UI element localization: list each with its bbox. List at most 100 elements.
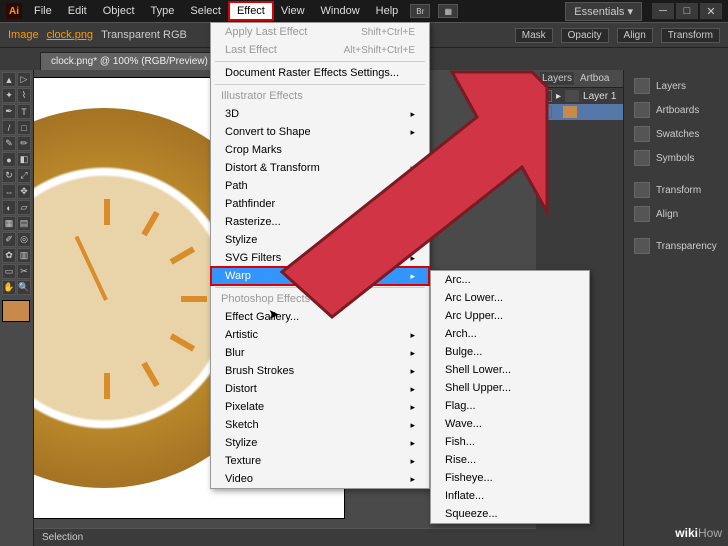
symbol-tool[interactable]: ✿ bbox=[2, 248, 16, 263]
warp-shell-lower[interactable]: Shell Lower... bbox=[431, 361, 589, 379]
maximize-button[interactable]: □ bbox=[676, 3, 698, 19]
eyedropper-tool[interactable]: ✐ bbox=[2, 232, 16, 247]
panel-artboards[interactable]: Artboards bbox=[628, 98, 724, 122]
control-mask[interactable]: Mask bbox=[515, 28, 553, 43]
graph-tool[interactable]: ▥ bbox=[17, 248, 31, 263]
menu-doc-raster[interactable]: Document Raster Effects Settings... bbox=[211, 64, 429, 82]
menu-rasterize[interactable]: Rasterize... bbox=[211, 213, 429, 231]
layer-row[interactable] bbox=[536, 104, 623, 120]
scale-tool[interactable]: ⤢ bbox=[17, 168, 31, 183]
workspace-switcher[interactable]: Essentials ▾ bbox=[565, 2, 642, 21]
minimize-button[interactable]: ─ bbox=[652, 3, 674, 19]
visibility-icon[interactable] bbox=[540, 90, 552, 102]
menu-pathfinder[interactable]: Pathfinder bbox=[211, 195, 429, 213]
lasso-tool[interactable]: ⌇ bbox=[17, 88, 31, 103]
control-align[interactable]: Align bbox=[617, 28, 653, 43]
bridge-icon[interactable]: Br bbox=[410, 4, 430, 18]
warp-fisheye[interactable]: Fisheye... bbox=[431, 469, 589, 487]
blend-tool[interactable]: ◎ bbox=[17, 232, 31, 247]
eraser-tool[interactable]: ◧ bbox=[17, 152, 31, 167]
menu-distort-transform[interactable]: Distort & Transform bbox=[211, 159, 429, 177]
warp-shell-upper[interactable]: Shell Upper... bbox=[431, 379, 589, 397]
menu-pixelate[interactable]: Pixelate bbox=[211, 398, 429, 416]
warp-arc[interactable]: Arc... bbox=[431, 271, 589, 289]
fill-stroke-swatch[interactable] bbox=[2, 300, 30, 322]
direct-selection-tool[interactable]: ▷ bbox=[17, 72, 31, 87]
menu-help[interactable]: Help bbox=[368, 2, 407, 20]
warp-rise[interactable]: Rise... bbox=[431, 451, 589, 469]
pen-tool[interactable]: ✒ bbox=[2, 104, 16, 119]
menu-select[interactable]: Select bbox=[182, 2, 229, 20]
blob-tool[interactable]: ● bbox=[2, 152, 16, 167]
menu-video[interactable]: Video bbox=[211, 470, 429, 488]
pencil-tool[interactable]: ✏ bbox=[17, 136, 31, 151]
menu-3d[interactable]: 3D bbox=[211, 105, 429, 123]
align-icon bbox=[634, 206, 650, 222]
close-button[interactable]: ✕ bbox=[700, 3, 722, 19]
menu-edit[interactable]: Edit bbox=[60, 2, 95, 20]
panel-align[interactable]: Align bbox=[628, 202, 724, 226]
menu-artistic[interactable]: Artistic bbox=[211, 326, 429, 344]
line-tool[interactable]: / bbox=[2, 120, 16, 135]
menu-window[interactable]: Window bbox=[313, 2, 368, 20]
menu-sketch[interactable]: Sketch bbox=[211, 416, 429, 434]
menu-texture[interactable]: Texture bbox=[211, 452, 429, 470]
magic-wand-tool[interactable]: ✦ bbox=[2, 88, 16, 103]
menu-effect[interactable]: Effect bbox=[229, 2, 273, 20]
menu-stylize-ai[interactable]: Stylize bbox=[211, 231, 429, 249]
panel-symbols[interactable]: Symbols bbox=[628, 146, 724, 170]
menu-warp[interactable]: Warp bbox=[211, 267, 429, 285]
control-opacity[interactable]: Opacity bbox=[561, 28, 609, 43]
zoom-tool[interactable]: 🔍 bbox=[17, 280, 31, 295]
slice-tool[interactable]: ✂ bbox=[17, 264, 31, 279]
hand-tool[interactable]: ✋ bbox=[2, 280, 16, 295]
warp-arch[interactable]: Arch... bbox=[431, 325, 589, 343]
menu-view[interactable]: View bbox=[273, 2, 313, 20]
control-filename[interactable]: clock.png bbox=[47, 29, 93, 41]
tab-artboards[interactable]: Artboa bbox=[578, 72, 611, 85]
panel-transparency[interactable]: Transparency bbox=[628, 234, 724, 258]
menu-blur[interactable]: Blur bbox=[211, 344, 429, 362]
selection-tool[interactable]: ▲ bbox=[2, 72, 16, 87]
perspective-tool[interactable]: ▱ bbox=[17, 200, 31, 215]
rectangle-tool[interactable]: □ bbox=[17, 120, 31, 135]
layer-row[interactable]: ▸ Layer 1 bbox=[536, 88, 623, 104]
rotate-tool[interactable]: ↻ bbox=[2, 168, 16, 183]
warp-squeeze[interactable]: Squeeze... bbox=[431, 505, 589, 523]
warp-bulge[interactable]: Bulge... bbox=[431, 343, 589, 361]
menu-stylize-ps[interactable]: Stylize bbox=[211, 434, 429, 452]
tab-layers[interactable]: Layers bbox=[540, 72, 574, 85]
document-tab[interactable]: clock.png* @ 100% (RGB/Preview) bbox=[40, 52, 219, 70]
artboard-tool[interactable]: ▭ bbox=[2, 264, 16, 279]
warp-arc-upper[interactable]: Arc Upper... bbox=[431, 307, 589, 325]
menu-path[interactable]: Path bbox=[211, 177, 429, 195]
gradient-tool[interactable]: ▤ bbox=[17, 216, 31, 231]
menu-object[interactable]: Object bbox=[95, 2, 143, 20]
menu-brush-strokes[interactable]: Brush Strokes bbox=[211, 362, 429, 380]
grid-icon[interactable]: ▦ bbox=[438, 4, 458, 18]
shape-builder-tool[interactable]: ◐ bbox=[2, 200, 16, 215]
warp-inflate[interactable]: Inflate... bbox=[431, 487, 589, 505]
warp-wave[interactable]: Wave... bbox=[431, 415, 589, 433]
menu-crop-marks[interactable]: Crop Marks bbox=[211, 141, 429, 159]
brush-tool[interactable]: ✎ bbox=[2, 136, 16, 151]
control-transform[interactable]: Transform bbox=[661, 28, 720, 43]
panel-transform[interactable]: Transform bbox=[628, 178, 724, 202]
menu-type[interactable]: Type bbox=[143, 2, 183, 20]
menu-svg-filters[interactable]: SVG Filters bbox=[211, 249, 429, 267]
menu-distort-ps[interactable]: Distort bbox=[211, 380, 429, 398]
warp-arc-lower[interactable]: Arc Lower... bbox=[431, 289, 589, 307]
menu-convert-to-shape[interactable]: Convert to Shape bbox=[211, 123, 429, 141]
swatches-icon bbox=[634, 126, 650, 142]
width-tool[interactable]: ⇔ bbox=[2, 184, 16, 199]
visibility-icon[interactable] bbox=[540, 106, 552, 118]
warp-flag[interactable]: Flag... bbox=[431, 397, 589, 415]
type-tool[interactable]: T bbox=[17, 104, 31, 119]
free-transform-tool[interactable]: ✥ bbox=[17, 184, 31, 199]
mesh-tool[interactable]: ▦ bbox=[2, 216, 16, 231]
warp-fish[interactable]: Fish... bbox=[431, 433, 589, 451]
menu-effect-gallery[interactable]: Effect Gallery... bbox=[211, 308, 429, 326]
menu-file[interactable]: File bbox=[26, 2, 60, 20]
panel-swatches[interactable]: Swatches bbox=[628, 122, 724, 146]
panel-layers[interactable]: Layers bbox=[628, 74, 724, 98]
